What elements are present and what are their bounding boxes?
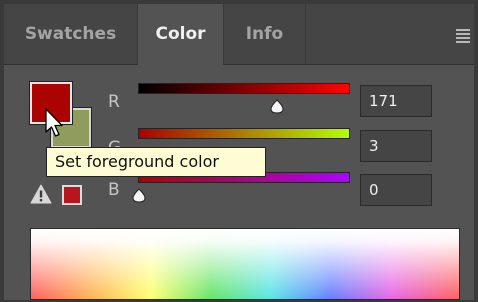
tooltip: Set foreground color — [46, 147, 266, 177]
red-slider-thumb[interactable] — [269, 99, 285, 114]
color-spectrum-ramp[interactable] — [30, 228, 460, 300]
green-value-field[interactable]: 3 — [360, 130, 432, 162]
red-value-field[interactable]: 171 — [360, 85, 432, 117]
pointer-cursor-icon — [45, 108, 63, 137]
channel-label-b: B — [108, 180, 120, 200]
panel-tab-bar: Swatches Color Info — [4, 4, 474, 65]
panel-menu-icon[interactable] — [456, 29, 470, 45]
out-of-gamut-warning-icon[interactable] — [30, 184, 52, 204]
blue-value-field[interactable]: 0 — [360, 174, 432, 206]
blue-slider-thumb[interactable] — [131, 188, 147, 203]
spectrum-white-layer — [31, 229, 459, 299]
color-panel: Swatches Color Info Set foreground color… — [4, 4, 474, 300]
tab-color[interactable]: Color — [138, 4, 224, 65]
channel-label-r: R — [108, 92, 120, 112]
green-slider-track[interactable] — [138, 128, 350, 139]
tab-info[interactable]: Info — [224, 4, 306, 64]
red-slider-track[interactable] — [138, 83, 350, 94]
tab-swatches[interactable]: Swatches — [4, 4, 138, 64]
gamut-color-swatch[interactable] — [62, 185, 82, 205]
